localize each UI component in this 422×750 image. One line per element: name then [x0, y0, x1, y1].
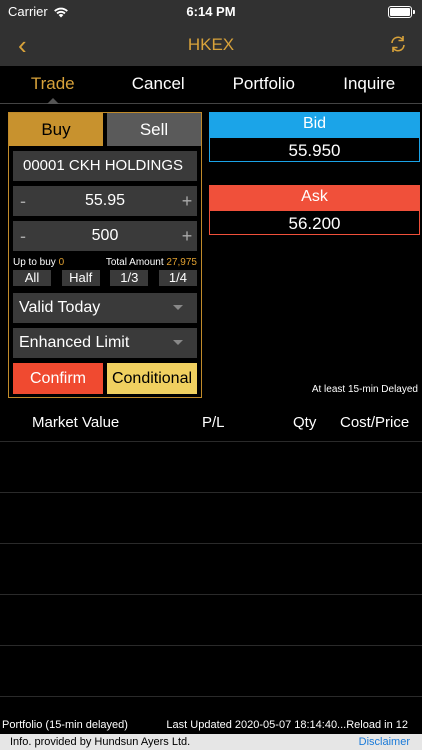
table-row	[0, 595, 422, 646]
price-input[interactable]: 55.95	[33, 192, 177, 210]
provider-note: Info. provided by Hundsun Ayers Ltd.	[10, 736, 191, 748]
table-row	[0, 442, 422, 493]
ask-label: Ask	[209, 185, 420, 210]
up-to-buy: Up to buy 0	[13, 257, 64, 268]
quantity-input[interactable]: 500	[33, 227, 177, 245]
total-amount-label: Total Amount	[105, 257, 164, 268]
bid-label: Bid	[209, 112, 420, 137]
info-bar: Info. provided by Hundsun Ayers Ltd. Dis…	[0, 734, 422, 750]
caret-down-icon	[173, 305, 183, 310]
order-panel: Buy Sell 00001 CKH HOLDINGS - 55.95 + - …	[8, 112, 202, 398]
tab-inquire[interactable]: Inquire	[317, 66, 422, 103]
fraction-quarter-button[interactable]: 1/4	[158, 270, 197, 286]
tab-portfolio[interactable]: Portfolio	[211, 66, 317, 103]
bid-box: Bid 55.950	[209, 112, 420, 162]
status-time: 6:14 PM	[186, 4, 236, 19]
status-bar: Carrier 6:14 PM	[0, 0, 422, 24]
portfolio-note: Portfolio (15-min delayed)	[2, 719, 128, 731]
validity-select[interactable]: Valid Today	[13, 293, 197, 323]
order-type-value: Enhanced Limit	[19, 334, 130, 351]
ask-box: Ask 56.200	[209, 185, 420, 235]
col-pl: P/L	[202, 414, 225, 431]
caret-down-icon	[173, 340, 183, 345]
quantity-plus-button[interactable]: +	[177, 226, 197, 247]
conditional-button[interactable]: Conditional	[107, 363, 197, 394]
ask-value[interactable]: 56.200	[209, 210, 420, 235]
tab-bar: Trade Cancel Portfolio Inquire	[0, 66, 422, 104]
table-row	[0, 544, 422, 595]
fraction-row: All Half 1/3 1/4	[13, 270, 197, 286]
fraction-all-button[interactable]: All	[13, 270, 51, 286]
nav-bar: ‹ HKEX	[0, 24, 422, 66]
refresh-icon[interactable]	[388, 34, 408, 54]
order-type-select[interactable]: Enhanced Limit	[13, 328, 197, 358]
col-market-value: Market Value	[32, 414, 120, 431]
price-minus-button[interactable]: -	[13, 191, 33, 212]
table-row	[0, 493, 422, 544]
up-to-buy-label: Up to buy	[13, 257, 56, 268]
confirm-button[interactable]: Confirm	[13, 363, 103, 394]
buy-button[interactable]: Buy	[9, 113, 103, 146]
delay-note: At least 15-min Delayed	[311, 384, 418, 395]
table-row	[0, 646, 422, 697]
tab-trade[interactable]: Trade	[0, 66, 106, 104]
total-amount-value: 27,975	[166, 257, 197, 268]
quantity-stepper: - 500 +	[13, 221, 197, 251]
fraction-half-button[interactable]: Half	[61, 270, 100, 286]
battery-icon	[388, 6, 415, 18]
price-plus-button[interactable]: +	[177, 191, 197, 212]
tab-cancel[interactable]: Cancel	[106, 66, 212, 103]
bid-value[interactable]: 55.950	[209, 137, 420, 162]
stock-input[interactable]: 00001 CKH HOLDINGS	[13, 151, 197, 181]
disclaimer-link[interactable]: Disclaimer	[359, 736, 410, 748]
portfolio-header: Market Value P/L Qty Cost/Price	[0, 402, 422, 442]
quantity-minus-button[interactable]: -	[13, 226, 33, 247]
last-updated: Last Updated 2020-05-07 18:14:40...Reloa…	[166, 719, 408, 731]
up-to-buy-value: 0	[58, 257, 65, 268]
validity-value: Valid Today	[19, 299, 101, 316]
price-stepper: - 55.95 +	[13, 186, 197, 216]
col-cost-price: Cost/Price	[340, 414, 410, 431]
col-qty: Qty	[293, 414, 317, 431]
sell-button[interactable]: Sell	[107, 113, 201, 146]
fraction-third-button[interactable]: 1/3	[110, 270, 149, 286]
total-amount: Total Amount 27,975	[106, 257, 197, 268]
page-title: HKEX	[187, 35, 235, 54]
